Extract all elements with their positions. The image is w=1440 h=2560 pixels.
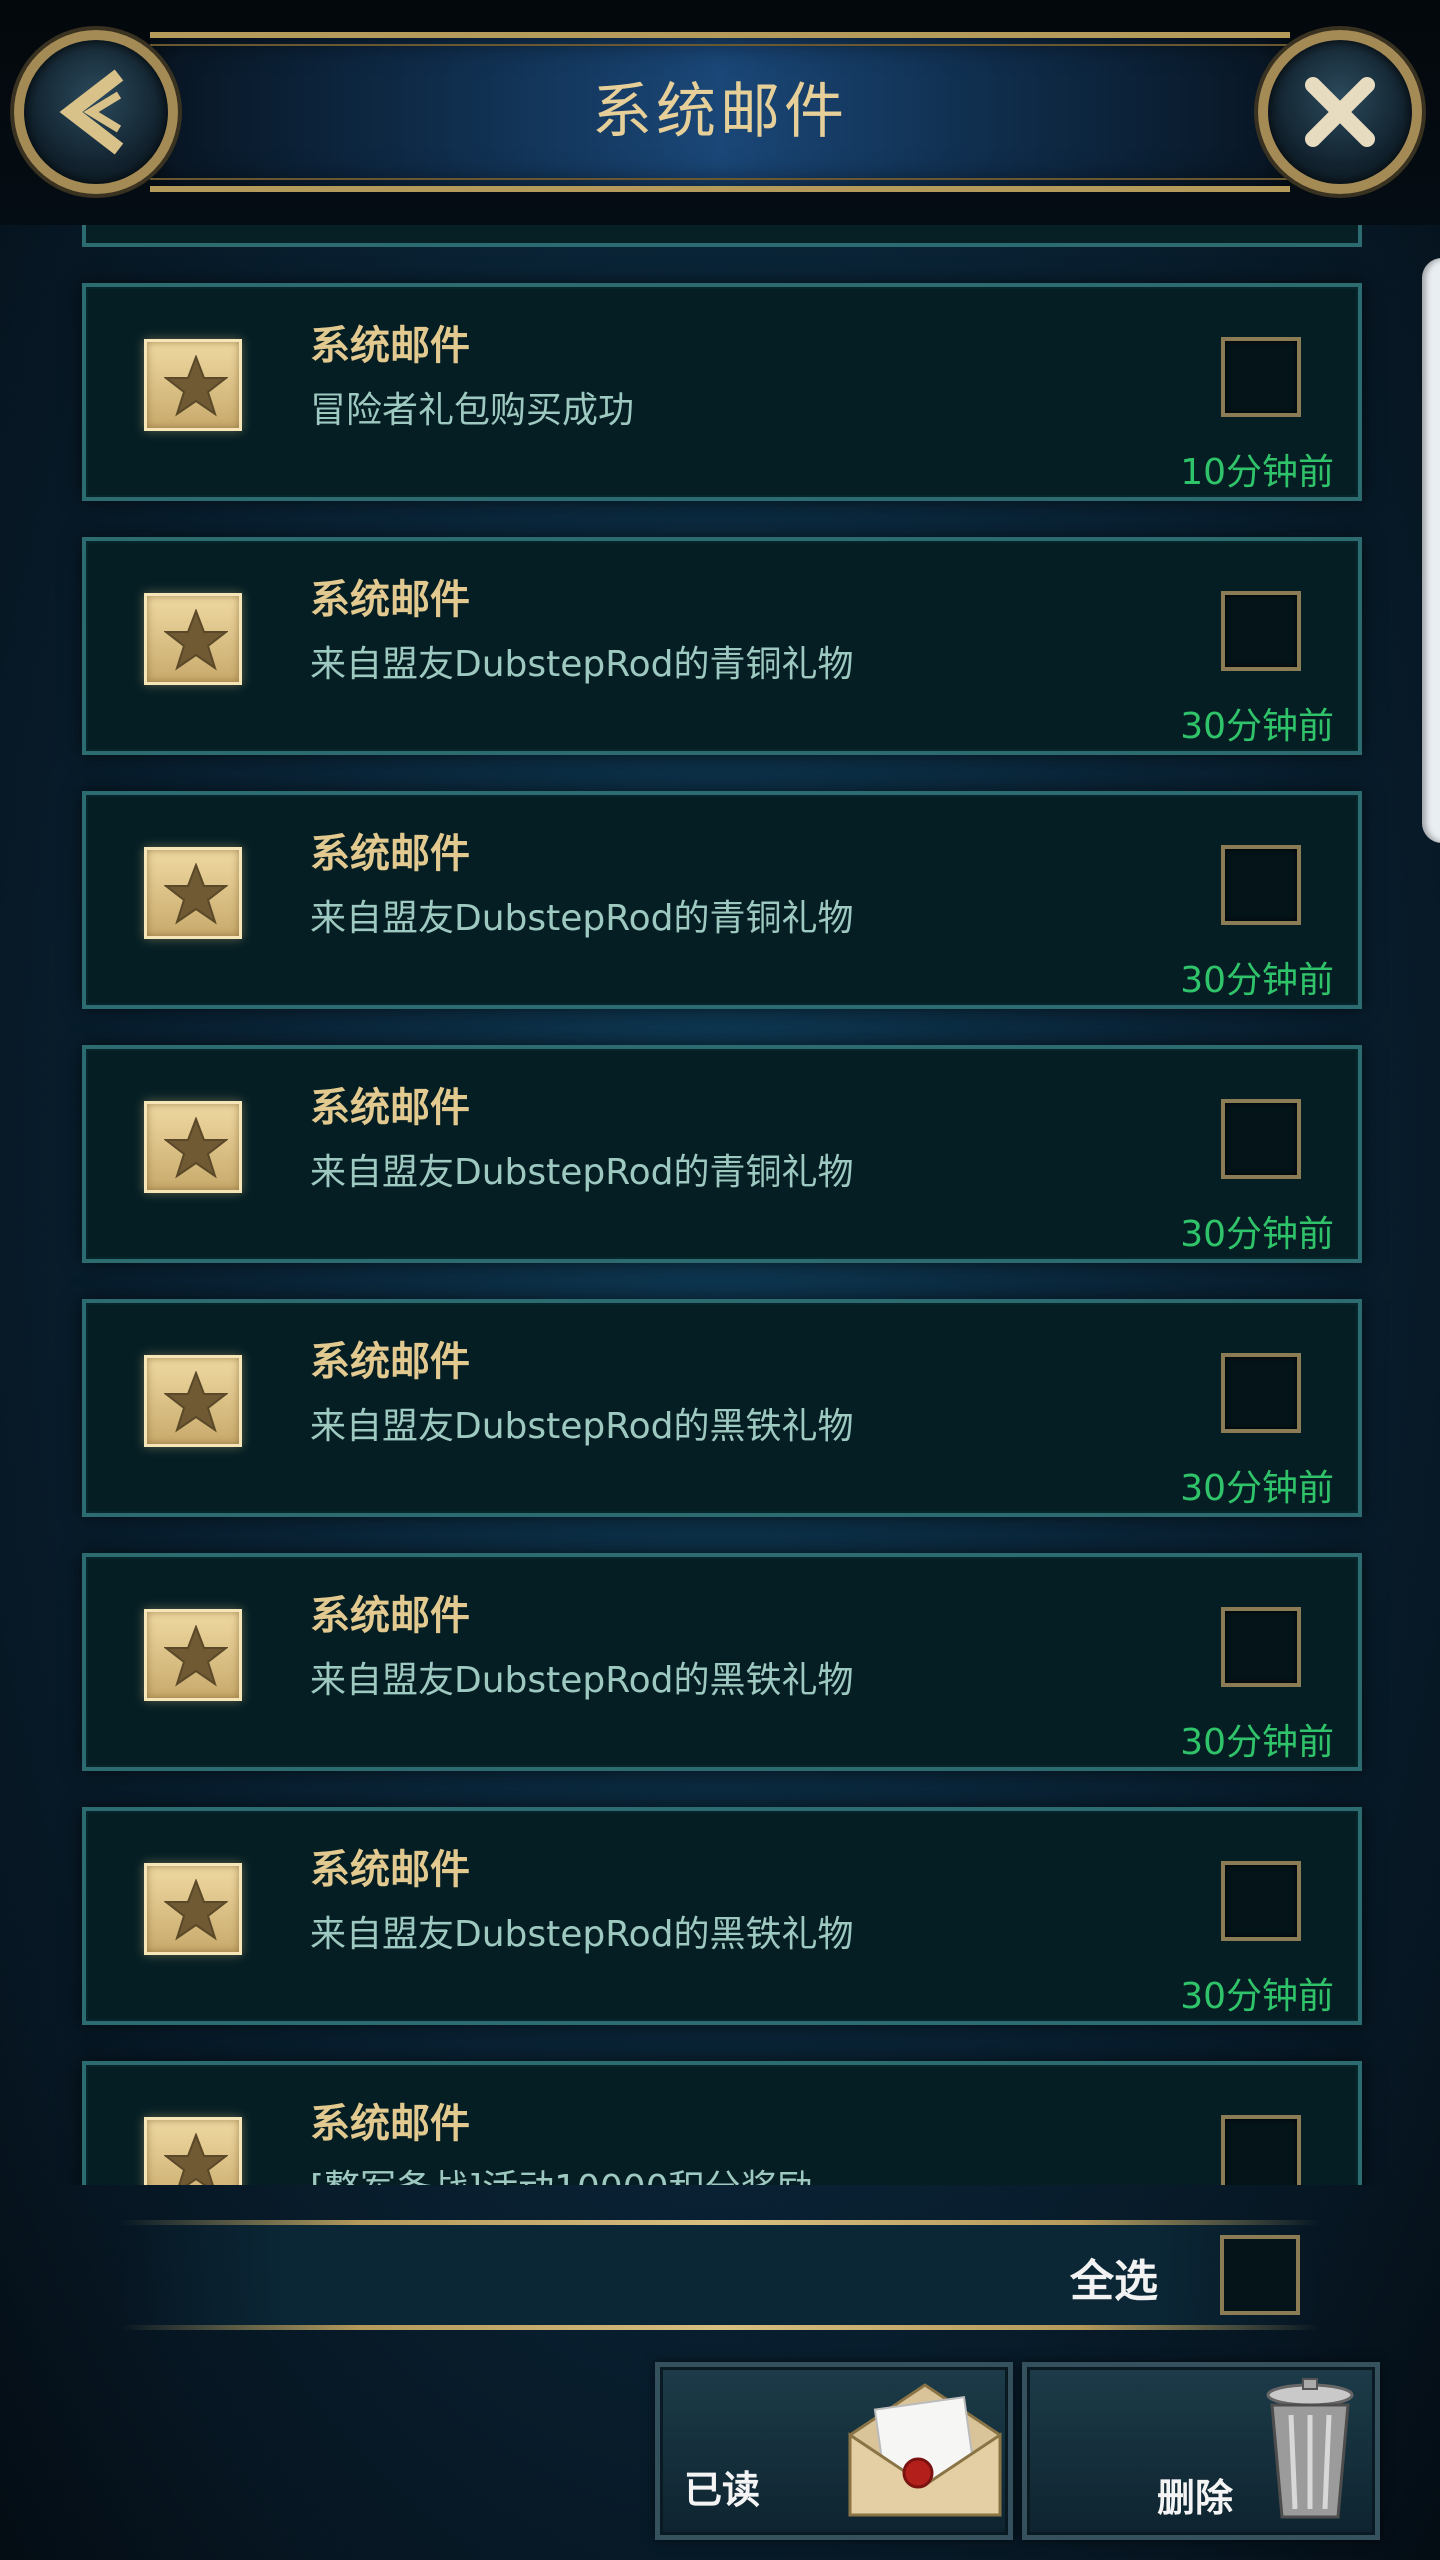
system-mail-icon bbox=[144, 1609, 242, 1701]
mail-time: 30分钟前 bbox=[1180, 1976, 1334, 2017]
delete-button[interactable]: 删除 bbox=[1022, 2362, 1380, 2540]
star-icon bbox=[164, 609, 228, 671]
mail-item[interactable]: 系统邮件来自盟友DubstepRod的黑铁礼物 30分钟前 bbox=[82, 1299, 1362, 1517]
mail-item[interactable]: 系统邮件冒险者礼包购买成功 10分钟前 bbox=[82, 283, 1362, 501]
mail-sender: 系统邮件 bbox=[310, 323, 470, 369]
mail-sender: 系统邮件 bbox=[310, 1085, 470, 1131]
close-button[interactable] bbox=[1258, 30, 1422, 194]
mark-read-label: 已读 bbox=[684, 2468, 761, 2512]
system-mail-icon bbox=[144, 847, 242, 939]
page-title: 系统邮件 bbox=[592, 77, 848, 147]
mail-sender: 系统邮件 bbox=[310, 577, 470, 623]
mail-time: 30分钟前 bbox=[1180, 1468, 1334, 1509]
mail-time: 10分钟前 bbox=[1180, 452, 1334, 493]
system-mail-icon bbox=[144, 1101, 242, 1193]
mail-checkbox[interactable] bbox=[1221, 1607, 1301, 1687]
mail-checkbox[interactable] bbox=[1221, 591, 1301, 671]
mail-checkbox[interactable] bbox=[1221, 845, 1301, 925]
partial-mail-item bbox=[82, 225, 1362, 247]
mail-sender: 系统邮件 bbox=[310, 2101, 470, 2147]
back-chevron-icon bbox=[59, 69, 124, 155]
star-icon bbox=[164, 1371, 228, 1433]
back-button[interactable] bbox=[14, 30, 178, 194]
title-bar: 系统邮件 bbox=[150, 32, 1290, 192]
mail-checkbox[interactable] bbox=[1221, 1099, 1301, 1179]
select-all-bar: 全选 bbox=[120, 2220, 1320, 2330]
mail-item[interactable]: 系统邮件来自盟友DubstepRod的黑铁礼物 30分钟前 bbox=[82, 1553, 1362, 1771]
mail-subject: 来自盟友DubstepRod的青铜礼物 bbox=[310, 644, 854, 685]
mail-time: 30分钟前 bbox=[1180, 960, 1334, 1001]
trash-can-icon bbox=[1266, 2378, 1354, 2519]
mail-checkbox[interactable] bbox=[1221, 337, 1301, 417]
mail-time: 30分钟前 bbox=[1180, 1214, 1334, 1255]
mail-item[interactable]: 系统邮件来自盟友DubstepRod的黑铁礼物 30分钟前 bbox=[82, 1807, 1362, 2025]
mail-checkbox[interactable] bbox=[1221, 1861, 1301, 1941]
mark-read-button[interactable]: 已读 bbox=[655, 2362, 1013, 2540]
star-icon bbox=[164, 863, 228, 925]
mail-list-viewport[interactable]: 系统邮件 冒险者礼包购买成功 10分钟前 系统邮件 来自盟友DubstepRod的青铜礼… bbox=[0, 225, 1440, 2185]
select-all-label: 全选 bbox=[1070, 2256, 1158, 2307]
delete-label: 删除 bbox=[1157, 2476, 1234, 2520]
mail-sender: 系统邮件 bbox=[310, 831, 470, 877]
mail-sender: 系统邮件 bbox=[310, 1847, 470, 1893]
mail-item[interactable]: 系统邮件来自盟友DubstepRod的青铜礼物 30分钟前 bbox=[82, 791, 1362, 1009]
star-icon bbox=[164, 1879, 228, 1941]
system-mail-icon bbox=[144, 1355, 242, 1447]
star-icon bbox=[164, 2133, 228, 2185]
mail-subject: 冒险者礼包购买成功 bbox=[310, 390, 635, 431]
mail-sender: 系统邮件 bbox=[310, 1339, 470, 1385]
mail-item[interactable]: 系统邮件来自盟友DubstepRod的青铜礼物 30分钟前 bbox=[82, 537, 1362, 755]
header: 系统邮件 bbox=[0, 0, 1440, 225]
mail-item[interactable]: 系统邮件 [整军备战]活动10000积分奖励 bbox=[82, 2061, 1362, 2185]
mail-subject: 来自盟友DubstepRod的青铜礼物 bbox=[310, 898, 854, 939]
mail-list: 系统邮件 冒险者礼包购买成功 10分钟前 系统邮件 来自盟友DubstepRod的青铜礼… bbox=[0, 283, 1440, 2185]
mail-subject: 来自盟友DubstepRod的黑铁礼物 bbox=[310, 1660, 854, 1701]
system-mail-icon bbox=[144, 593, 242, 685]
select-all-checkbox[interactable] bbox=[1220, 2235, 1300, 2315]
mail-subject: 来自盟友DubstepRod的黑铁礼物 bbox=[310, 1914, 854, 1955]
star-icon bbox=[164, 355, 228, 417]
mail-time: 30分钟前 bbox=[1180, 706, 1334, 747]
envelope-icon bbox=[848, 2383, 1002, 2517]
star-icon bbox=[164, 1625, 228, 1687]
mail-checkbox[interactable] bbox=[1221, 1353, 1301, 1433]
mail-subject: 来自盟友DubstepRod的黑铁礼物 bbox=[310, 1406, 854, 1447]
scroll-indicator[interactable] bbox=[1422, 258, 1440, 843]
mail-checkbox[interactable] bbox=[1221, 2115, 1301, 2185]
system-mail-icon bbox=[144, 2117, 242, 2185]
system-mail-icon bbox=[144, 339, 242, 431]
mail-item[interactable]: 系统邮件来自盟友DubstepRod的青铜礼物 30分钟前 bbox=[82, 1045, 1362, 1263]
mail-time: 30分钟前 bbox=[1180, 1722, 1334, 1763]
mail-subject: 来自盟友DubstepRod的青铜礼物 bbox=[310, 1152, 854, 1193]
mail-subject: [整军备战]活动10000积分奖励 bbox=[310, 2159, 813, 2185]
close-x-icon bbox=[1305, 77, 1375, 147]
system-mail-icon bbox=[144, 1863, 242, 1955]
mail-sender: 系统邮件 bbox=[310, 1593, 470, 1639]
star-icon bbox=[164, 1117, 228, 1179]
